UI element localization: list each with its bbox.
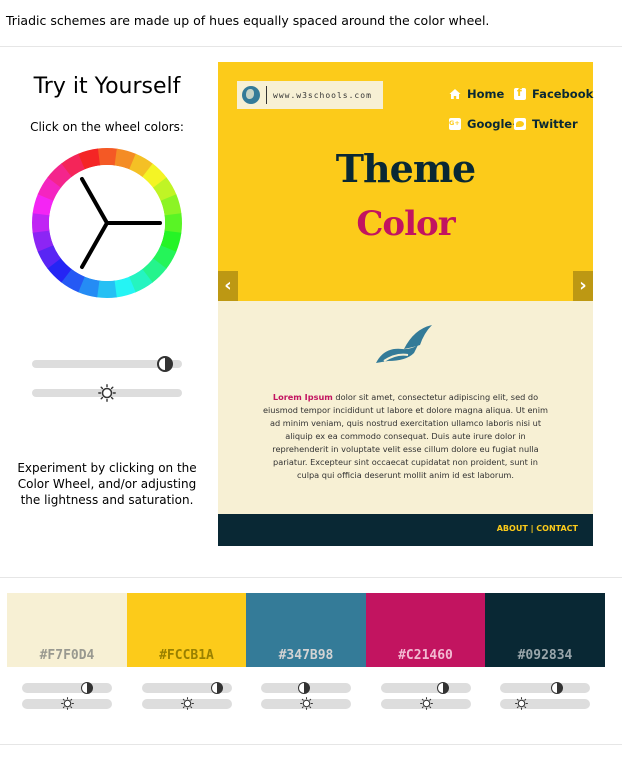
slide-prev-button[interactable]: ‹ (218, 271, 238, 301)
divider-top (0, 46, 622, 47)
headline-theme: Theme (335, 146, 476, 191)
saturation-handle-icon[interactable] (181, 697, 194, 710)
divider-middle (0, 577, 622, 578)
swatch-hex-label: #092834 (517, 648, 573, 663)
facebook-icon (514, 86, 526, 100)
lorem-lead: Lorem Ipsum (272, 392, 333, 402)
experiment-text: Experiment by clicking on the Color Whee… (17, 461, 197, 507)
saturation-handle-icon[interactable] (515, 697, 528, 710)
wheel-segment[interactable] (164, 213, 182, 234)
swatch-hex-label: #FCCB1A (159, 648, 214, 663)
color-swatch[interactable]: #347B98 (246, 593, 366, 667)
intro-text: Triadic schemes are made up of hues equa… (6, 13, 490, 28)
swatch-hex-label: #C21460 (398, 648, 453, 663)
swatch-saturation-slider[interactable] (22, 697, 112, 710)
swatch-lightness-slider[interactable] (22, 682, 112, 694)
nav-google[interactable]: Google+ (449, 117, 522, 131)
theme-preview: www.w3schools.com Home Facebook Google+ … (218, 62, 593, 546)
nav-home-label: Home (467, 87, 505, 101)
swatch-saturation-slider[interactable] (381, 697, 471, 710)
swatch-saturation-slider[interactable] (500, 697, 590, 710)
nav-twitter-label: Twitter (532, 117, 578, 131)
lightness-handle-icon[interactable] (551, 682, 563, 694)
color-wheel[interactable] (30, 146, 184, 300)
swatch-lightness-slider[interactable] (381, 682, 471, 694)
preview-hero: www.w3schools.com Home Facebook Google+ … (218, 62, 593, 301)
lightness-handle-icon[interactable] (437, 682, 449, 694)
swatch-lightness-slider[interactable] (500, 682, 590, 694)
wheel-segment[interactable] (96, 280, 117, 298)
wheel-segment[interactable] (32, 212, 50, 233)
saturation-handle-icon[interactable] (420, 697, 433, 710)
saturation-handle-icon[interactable] (98, 384, 116, 402)
url-text: www.w3schools.com (273, 90, 372, 100)
nav-facebook[interactable]: Facebook (514, 86, 594, 101)
lightness-handle-icon[interactable] (298, 682, 310, 694)
swatch-hex-label: #347B98 (278, 648, 334, 663)
saturation-handle-icon[interactable] (300, 697, 313, 710)
nav-facebook-label: Facebook (532, 87, 594, 101)
boat-logo-icon (376, 325, 432, 363)
color-swatch[interactable]: #F7F0D4 (7, 593, 127, 667)
lightness-handle-icon[interactable] (211, 682, 223, 694)
lightness-slider[interactable] (32, 356, 182, 372)
divider-bottom (0, 744, 622, 745)
color-swatch[interactable]: #C21460 (366, 593, 485, 667)
saturation-handle-icon[interactable] (61, 697, 74, 710)
lightness-handle-icon[interactable] (157, 356, 173, 372)
lorem-text: Lorem Ipsum dolor sit amet, consectetur … (262, 391, 549, 482)
saturation-slider[interactable] (32, 384, 182, 402)
lightness-handle-icon[interactable] (81, 682, 93, 694)
url-box: www.w3schools.com (237, 81, 383, 109)
nav-twitter[interactable]: Twitter (514, 117, 578, 131)
lorem-body: dolor sit amet, consectetur adipiscing e… (263, 392, 548, 480)
swatch-hex-label: #F7F0D4 (39, 648, 95, 663)
google-plus-icon (449, 118, 461, 130)
home-icon (449, 89, 461, 99)
globe-icon (242, 86, 260, 104)
headline-color: Color (356, 204, 455, 244)
twitter-icon (514, 118, 526, 130)
wheel-segment[interactable] (97, 148, 118, 166)
swatch-saturation-slider[interactable] (142, 697, 232, 710)
swatch-lightness-slider[interactable] (261, 682, 351, 694)
slide-next-button[interactable]: › (573, 271, 593, 301)
swatch-saturation-slider[interactable] (261, 697, 351, 710)
url-separator (266, 86, 267, 104)
preview-content: Lorem Ipsum dolor sit amet, consectetur … (218, 301, 593, 514)
swatch-lightness-slider[interactable] (142, 682, 232, 694)
wheel-instruction: Click on the wheel colors: (30, 120, 184, 134)
nav-home[interactable]: Home (449, 87, 504, 101)
color-swatch[interactable]: #092834 (485, 593, 605, 667)
try-title: Try it Yourself (33, 74, 181, 99)
preview-footer: ABOUT | CONTACT (218, 514, 593, 546)
color-swatch[interactable]: #FCCB1A (127, 593, 246, 667)
footer-links[interactable]: ABOUT | CONTACT (497, 524, 578, 533)
